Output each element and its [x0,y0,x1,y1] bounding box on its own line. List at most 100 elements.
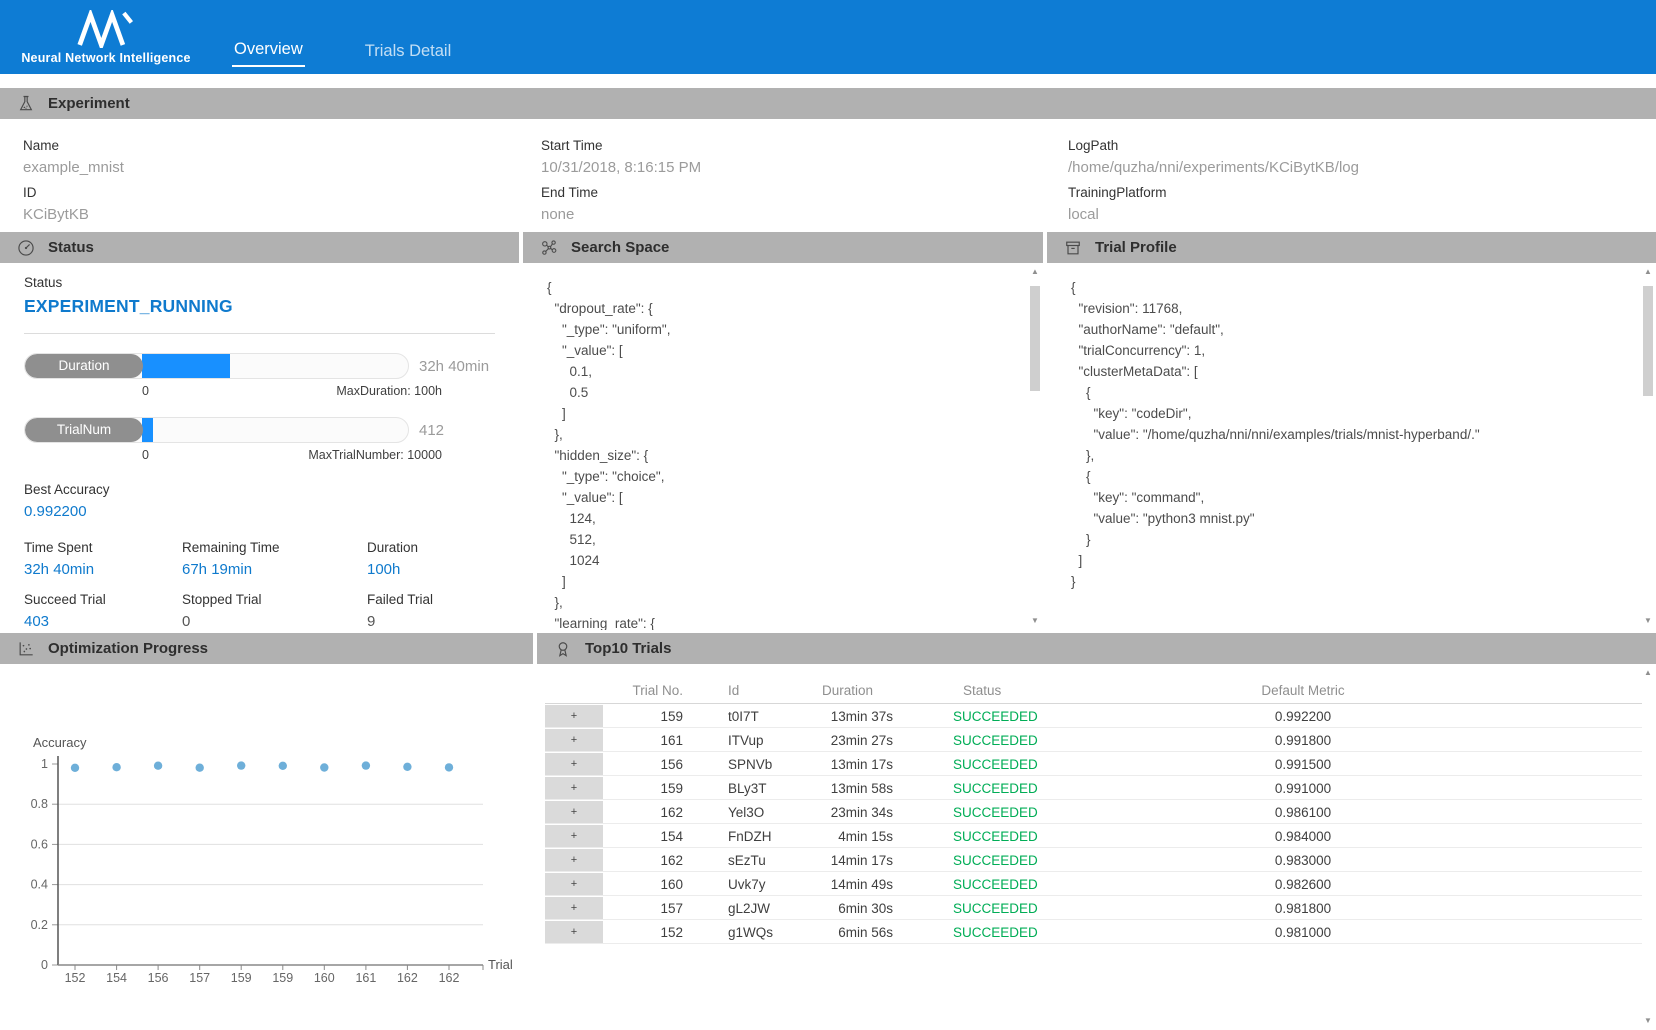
stat-value: 403 [24,613,182,630]
trial-profile-title: Trial Profile [1095,239,1177,256]
experiment-flask-icon [16,94,36,114]
scroll-up-arrow[interactable]: ▲ [1029,266,1041,278]
expand-row-button[interactable]: + [545,897,603,919]
trial-id-cell: g1WQs [683,925,818,940]
expand-row-button[interactable]: + [545,705,603,727]
experiment-section: Experiment Name example_mnistID KCiBytKB… [0,88,1656,232]
scroll-down-arrow[interactable]: ▼ [1029,615,1041,627]
top-panel-row: Status Status EXPERIMENT_RUNNING Duratio… [0,232,1656,630]
scrollbar-thumb[interactable] [1030,286,1040,391]
trial-profile-archive-icon [1063,238,1083,258]
expand-row-button[interactable]: + [545,825,603,847]
expand-row-button[interactable]: + [545,921,603,943]
field-label: Start Time [541,138,1068,153]
col-header-duration: Duration [818,683,913,698]
duration-cell: 13min 58s [818,781,913,796]
expand-row-button[interactable]: + [545,849,603,871]
best-accuracy-block: Best Accuracy 0.992200 [24,482,495,520]
stat-label: Remaining Time [182,540,367,555]
stat-label: Duration [367,540,495,555]
expand-row-button[interactable]: + [545,753,603,775]
tab-overview[interactable]: Overview [232,40,305,67]
top10-table-body: + 159 t0I7T 13min 37s SUCCEEDED 0.992200… [537,704,1656,944]
best-accuracy-label: Best Accuracy [24,482,495,497]
expand-cell: + [545,752,603,776]
expand-row-button[interactable]: + [545,873,603,895]
stat-label: Succeed Trial [24,592,182,607]
top10-table-area: Trial No. Id Duration Status Default Met… [537,664,1656,1030]
scroll-up-arrow[interactable]: ▲ [1642,667,1654,679]
scroll-down-arrow[interactable]: ▼ [1642,615,1654,627]
field-label: LogPath [1068,138,1656,153]
search-space-header: Search Space [523,232,1043,263]
field-label: Name [23,138,541,153]
svg-text:157: 157 [189,971,210,985]
vertical-scrollbar[interactable]: ▲ ▼ [1029,266,1041,627]
trial-profile-panel: Trial Profile { "revision": 11768, "auth… [1047,232,1656,630]
experiment-info-column: LogPath /home/quzha/nni/experiments/KCiB… [1068,129,1656,223]
trial-id-cell: t0I7T [683,709,818,724]
expand-cell: + [545,872,603,896]
medal-icon [553,639,573,659]
status-label: Status [24,275,495,290]
trial-row: + 152 g1WQs 6min 56s SUCCEEDED 0.981000 [545,920,1642,944]
trial-no-cell: 154 [603,829,683,844]
col-header-status: Status [913,683,1138,698]
svg-text:156: 156 [148,971,169,985]
expand-row-button[interactable]: + [545,777,603,799]
experiment-info-column: Start Time 10/31/2018, 8:16:15 PMEnd Tim… [541,129,1068,223]
expand-row-button[interactable]: + [545,729,603,751]
duration-cell: 14min 49s [818,877,913,892]
svg-text:152: 152 [65,971,86,985]
metric-cell: 0.991500 [1138,757,1468,772]
trial-no-cell: 160 [603,877,683,892]
status-cell: SUCCEEDED [913,709,1138,724]
scrollbar-thumb[interactable] [1643,286,1653,396]
status-cell: SUCCEEDED [913,877,1138,892]
expand-cell: + [545,824,603,848]
trial-no-cell: 152 [603,925,683,940]
expand-cell: + [545,776,603,800]
expand-row-button[interactable]: + [545,801,603,823]
vertical-scrollbar[interactable]: ▲ ▼ [1642,667,1654,1027]
scroll-up-arrow[interactable]: ▲ [1642,266,1654,278]
duration-cell: 4min 15s [818,829,913,844]
trial-id-cell: BLy3T [683,781,818,796]
trial-row: + 157 gL2JW 6min 30s SUCCEEDED 0.981800 [545,896,1642,920]
svg-text:1: 1 [41,757,48,771]
svg-text:Trial: Trial [488,957,513,972]
svg-text:161: 161 [355,971,376,985]
brand-text: Neural Network Intelligence [21,51,190,65]
trial-profile-scroll-area[interactable]: { "revision": 11768, "authorName": "defa… [1047,263,1656,630]
status-cell: SUCCEEDED [913,853,1138,868]
duration-cell: 14min 17s [818,853,913,868]
duration-progress-value: 32h 40min [419,358,489,375]
tab-trials-detail[interactable]: Trials Detail [363,42,454,67]
svg-text:159: 159 [272,971,293,985]
status-cell: SUCCEEDED [913,925,1138,940]
trial-no-cell: 161 [603,733,683,748]
stat-value: 0 [182,613,367,630]
top10-trials-header: Top10 Trials [537,633,1656,664]
stat-label: Failed Trial [367,592,495,607]
scroll-down-arrow[interactable]: ▼ [1642,1015,1654,1027]
duration-cell: 13min 37s [818,709,913,724]
expand-cell: + [545,896,603,920]
field-value: example_mnist [23,159,541,176]
search-space-scroll-area[interactable]: { "dropout_rate": { "_type": "uniform", … [523,263,1043,630]
trial-id-cell: sEzTu [683,853,818,868]
field-value: local [1068,206,1656,223]
stat-value: 67h 19min [182,561,367,578]
stat-value: 100h [367,561,495,578]
vertical-scrollbar[interactable]: ▲ ▼ [1642,266,1654,627]
trial-profile-header: Trial Profile [1047,232,1656,263]
stat-label: Stopped Trial [182,592,367,607]
nav-tabs: Overview Trials Detail [232,0,453,74]
svg-text:162: 162 [397,971,418,985]
status-panel-title: Status [48,239,94,256]
metric-cell: 0.986100 [1138,805,1468,820]
trial-no-cell: 159 [603,781,683,796]
trial-id-cell: ITVup [683,733,818,748]
trial-id-cell: Yel3O [683,805,818,820]
bottom-panel-row: Optimization Progress Accuracy00.20.40.6… [0,633,1656,1030]
